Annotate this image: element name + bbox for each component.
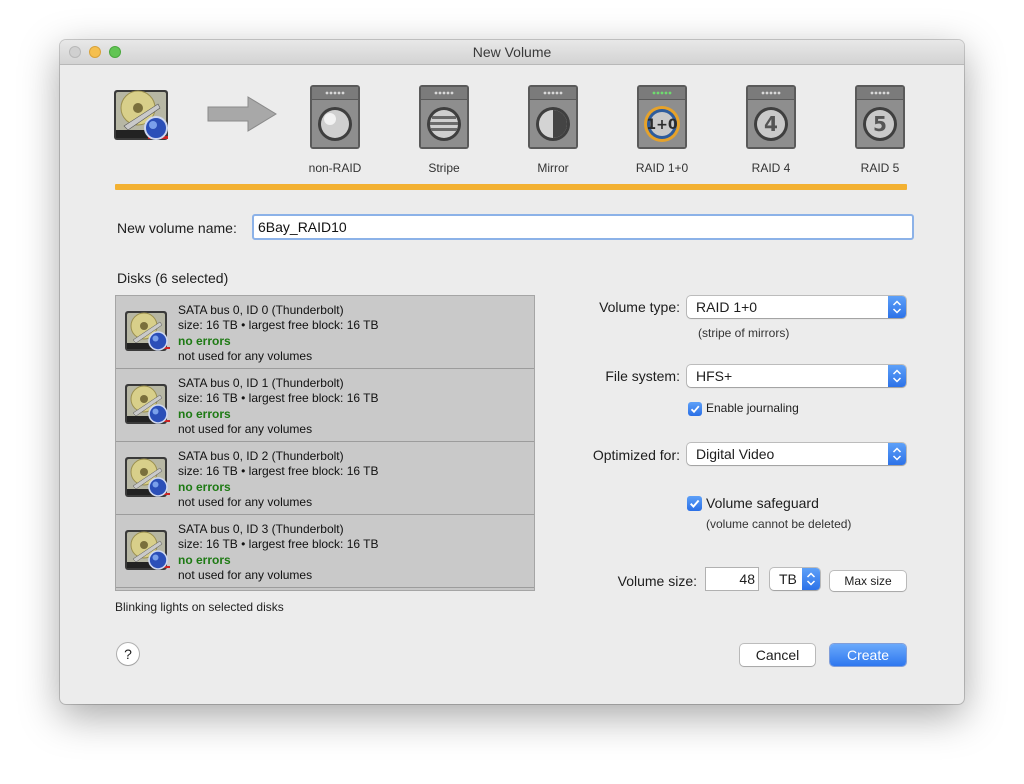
disk-usage: not used for any volumes [178, 494, 313, 509]
sphere-half-icon [528, 85, 578, 149]
sphere-raid5-icon: 5 [855, 85, 905, 149]
disk-title: SATA bus 0, ID 2 (Thunderbolt) [178, 449, 344, 463]
sphere-plain-icon [310, 85, 360, 149]
popup-chevron-icon [888, 296, 906, 318]
disk-status: no errors [178, 479, 231, 494]
source-disk-icon [114, 90, 168, 140]
raid-glyph: 4 [764, 112, 778, 136]
volume-name-label: New volume name: [117, 220, 237, 236]
file-system-popup[interactable]: HFS+ [687, 365, 906, 387]
volume-size-unit: TB [779, 571, 797, 587]
sphere-raid4-icon: 4 [746, 85, 796, 149]
journaling-checkbox[interactable] [688, 402, 702, 416]
raid-option-label: Stripe [428, 161, 460, 175]
disk-status: no errors [178, 406, 231, 421]
file-system-value: HFS+ [696, 368, 733, 384]
hard-disk-icon [125, 530, 170, 570]
disk-title: SATA bus 0, ID 0 (Thunderbolt) [178, 303, 344, 317]
disk-row[interactable]: SATA bus 0, ID 0 (Thunderbolt) size: 16 … [116, 296, 534, 369]
raid-glyph: 1+0 [646, 117, 677, 133]
raid-option-stripe[interactable]: Stripe [404, 84, 484, 175]
volume-size-label: Volume size: [617, 573, 697, 589]
raid-option-label: RAID 4 [751, 161, 791, 175]
sphere-striped-icon [419, 85, 469, 149]
arrow-right-icon [207, 96, 277, 132]
volume-type-popup[interactable]: RAID 1+0 [687, 296, 906, 318]
disk-size: size: 16 TB • largest free block: 16 TB [178, 537, 379, 552]
raid-option-raid10[interactable]: 1+0 RAID 1+0 [622, 84, 702, 175]
disk-usage: not used for any volumes [178, 421, 313, 436]
safeguard-checkbox[interactable] [687, 496, 702, 511]
disk-usage: not used for any volumes [178, 348, 313, 363]
raid-option-mirror[interactable]: Mirror [513, 84, 593, 175]
disk-details: SATA bus 0, ID 1 (Thunderbolt) size: 16 … [178, 376, 379, 437]
disk-title: SATA bus 0, ID 3 (Thunderbolt) [178, 522, 344, 536]
volume-type-note: (stripe of mirrors) [698, 326, 790, 340]
raid-option-raid4[interactable]: 4 RAID 4 [731, 84, 811, 175]
help-button[interactable]: ? [117, 643, 139, 665]
volume-type-value: RAID 1+0 [696, 299, 758, 315]
disk-row[interactable]: SATA bus 0, ID 1 (Thunderbolt) size: 16 … [116, 369, 534, 442]
disk-size: size: 16 TB • largest free block: 16 TB [178, 318, 379, 333]
journaling-label: Enable journaling [706, 401, 799, 415]
disk-details: SATA bus 0, ID 2 (Thunderbolt) size: 16 … [178, 449, 379, 510]
disk-row[interactable]: SATA bus 0, ID 2 (Thunderbolt) size: 16 … [116, 442, 534, 515]
sphere-raid10-icon: 1+0 [637, 85, 687, 149]
raid-option-label: RAID 5 [860, 161, 900, 175]
file-system-label: File system: [605, 368, 680, 384]
create-button[interactable]: Create [830, 644, 906, 666]
optimized-for-value: Digital Video [696, 446, 775, 462]
disk-status: no errors [178, 552, 231, 567]
checkmark-icon [690, 499, 700, 508]
disk-usage: not used for any volumes [178, 567, 313, 582]
checkmark-icon [690, 405, 700, 414]
disk-details: SATA bus 0, ID 0 (Thunderbolt) size: 16 … [178, 303, 379, 364]
volume-size-input[interactable]: 48 [706, 568, 758, 590]
disk-size: size: 16 TB • largest free block: 16 TB [178, 391, 379, 406]
raid-option-label: RAID 1+0 [635, 161, 689, 175]
window-title: New Volume [472, 44, 552, 60]
popup-chevron-icon [888, 443, 906, 465]
volume-type-label: Volume type: [599, 299, 680, 315]
hard-disk-icon [125, 311, 170, 351]
raid-option-label: Mirror [537, 161, 569, 175]
raid-option-non-raid[interactable]: non-RAID [295, 84, 375, 175]
blink-note: Blinking lights on selected disks [115, 600, 284, 614]
raid-option-raid5[interactable]: 5 RAID 5 [840, 84, 920, 175]
disk-row[interactable]: SATA bus 0, ID 3 (Thunderbolt) size: 16 … [116, 515, 534, 588]
hard-disk-icon [125, 384, 170, 424]
popup-chevron-icon [888, 365, 906, 387]
volume-size-unit-popup[interactable]: TB [770, 568, 820, 590]
disk-title: SATA bus 0, ID 1 (Thunderbolt) [178, 376, 344, 390]
popup-chevron-icon [802, 568, 820, 590]
max-size-button[interactable]: Max size [830, 571, 906, 591]
disk-details: SATA bus 0, ID 3 (Thunderbolt) size: 16 … [178, 522, 379, 583]
disk-status: no errors [178, 333, 231, 348]
hard-disk-icon [125, 457, 170, 497]
disk-size: size: 16 TB • largest free block: 16 TB [178, 464, 379, 479]
optimized-for-popup[interactable]: Digital Video [687, 443, 906, 465]
selection-divider [115, 184, 907, 190]
raid-option-label: non-RAID [308, 161, 362, 175]
raid-glyph: 5 [873, 112, 887, 136]
cancel-button[interactable]: Cancel [740, 644, 815, 666]
optimized-for-label: Optimized for: [592, 447, 680, 463]
safeguard-label: Volume safeguard [706, 495, 819, 511]
safeguard-note: (volume cannot be deleted) [706, 517, 852, 531]
title-bar: New Volume [60, 40, 964, 65]
disks-header: Disks (6 selected) [117, 270, 229, 286]
new-volume-window: New Volume non-RAID Stripe Mirror 1+0 RA… [60, 40, 964, 704]
volume-name-input[interactable] [252, 214, 914, 240]
disk-list[interactable]: SATA bus 0, ID 0 (Thunderbolt) size: 16 … [115, 295, 535, 591]
